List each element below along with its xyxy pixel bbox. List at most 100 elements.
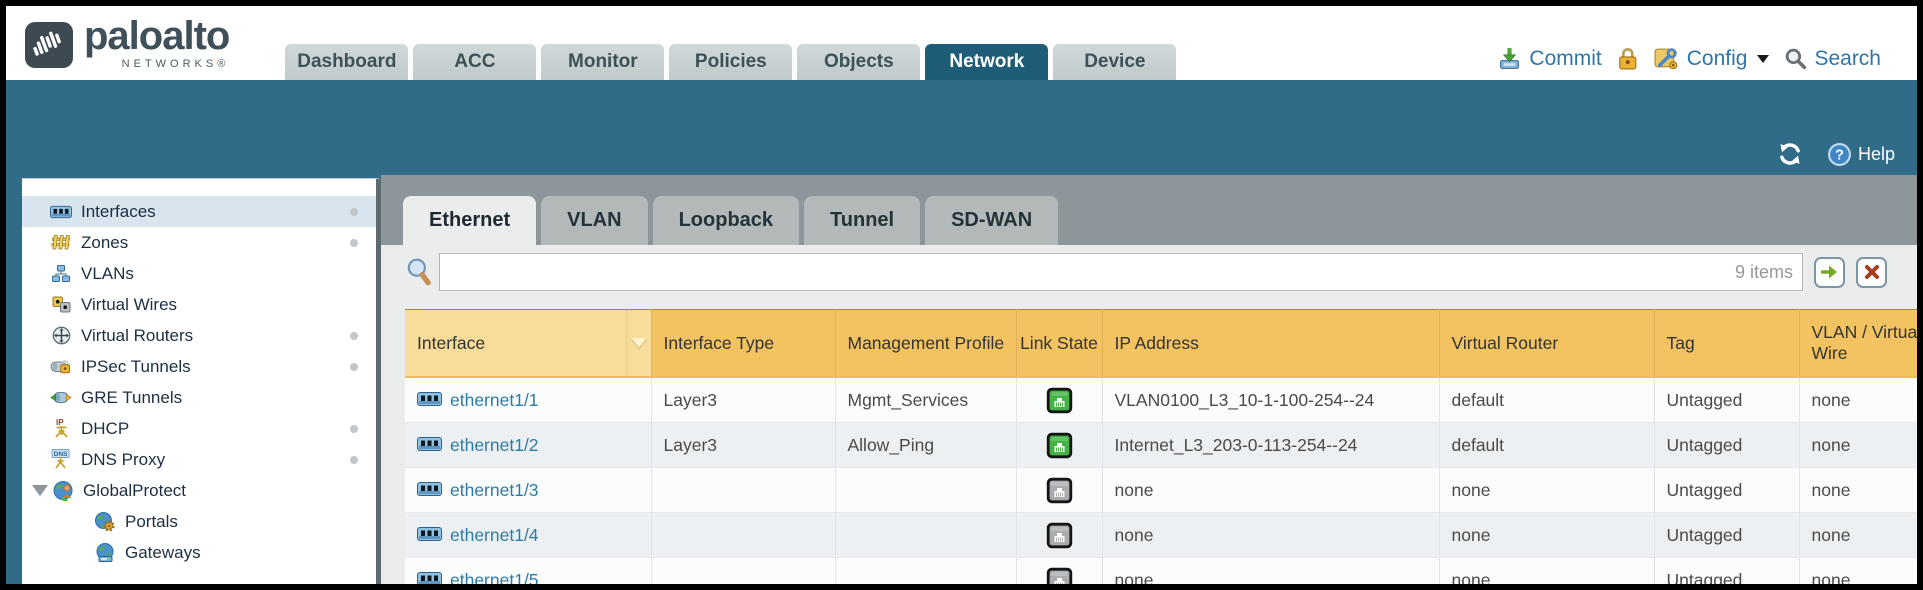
cell-tag: Untagged xyxy=(1654,558,1799,585)
zones-icon xyxy=(50,233,72,253)
commit-label: Commit xyxy=(1529,47,1601,71)
col-header-interface[interactable]: Interface xyxy=(405,310,651,378)
sidebar-item-portals[interactable]: Portals xyxy=(22,506,376,537)
sidebar-item-gateways[interactable]: Gateways xyxy=(22,537,376,568)
tab-objects[interactable]: Objects xyxy=(797,44,920,80)
col-header-profile[interactable]: Management Profile xyxy=(835,310,1016,378)
sidebar: Interfaces ZonesVLANsVirtual WiresVirtual… xyxy=(22,178,381,584)
interface-link[interactable]: ethernet1/4 xyxy=(450,525,539,546)
table-header: InterfaceInterface TypeManagement Profil… xyxy=(405,310,1917,378)
dns-proxy-icon: DNS xyxy=(50,450,72,470)
interface-link[interactable]: ethernet1/1 xyxy=(450,390,539,411)
tab-policies[interactable]: Policies xyxy=(669,44,792,80)
sidebar-item-label: Interfaces xyxy=(81,202,156,222)
status-dot xyxy=(350,363,358,371)
green-arrow-icon xyxy=(1821,264,1839,280)
cell-tag: Untagged xyxy=(1654,377,1799,423)
sidebar-item-vlans[interactable]: VLANs xyxy=(22,258,376,289)
help-icon: ? xyxy=(1827,142,1852,167)
sidebar-item-dns-proxy[interactable]: DNS DNS Proxy xyxy=(22,444,376,475)
sidebar-item-label: Gateways xyxy=(125,543,201,563)
interface-link[interactable]: ethernet1/5 xyxy=(450,570,539,585)
sidebar-item-zones[interactable]: Zones xyxy=(22,227,376,258)
subtab-ethernet[interactable]: Ethernet xyxy=(403,196,536,245)
search-label: Search xyxy=(1814,47,1881,71)
cell-tag: Untagged xyxy=(1654,423,1799,468)
status-dot xyxy=(350,239,358,247)
link-up-icon xyxy=(1017,378,1102,422)
sidebar-item-dhcp[interactable]: IP DHCP xyxy=(22,413,376,444)
table-row: ethernet1/3nonenoneUntaggednone xyxy=(405,468,1917,513)
red-x-icon xyxy=(1864,264,1880,280)
sidebar-item-virtual-wires[interactable]: Virtual Wires xyxy=(22,289,376,320)
filter-row: 9 items xyxy=(405,253,1917,291)
tab-network[interactable]: Network xyxy=(925,44,1048,80)
status-dot xyxy=(350,208,358,216)
sidebar-item-gre-tunnels[interactable]: GRE Tunnels xyxy=(22,382,376,413)
interface-icon xyxy=(417,390,442,411)
gateways-icon xyxy=(94,543,116,563)
cell-management-profile xyxy=(835,468,1016,513)
cell-management-profile xyxy=(835,558,1016,585)
interface-link[interactable]: ethernet1/2 xyxy=(450,435,539,456)
col-header-type[interactable]: Interface Type xyxy=(651,310,835,378)
interface-link[interactable]: ethernet1/3 xyxy=(450,480,539,501)
status-dot xyxy=(350,456,358,464)
apply-filter-button[interactable] xyxy=(1814,257,1845,288)
subtab-tunnel[interactable]: Tunnel xyxy=(804,196,920,245)
col-header-vr[interactable]: Virtual Router xyxy=(1439,310,1654,378)
tab-monitor[interactable]: Monitor xyxy=(541,44,664,80)
expand-caret-icon[interactable] xyxy=(32,485,48,496)
brand-subtitle: NETWORKS® xyxy=(122,58,230,70)
clear-filter-button[interactable] xyxy=(1856,257,1887,288)
link-down-icon xyxy=(1017,513,1102,557)
sidebar-item-interfaces[interactable]: Interfaces xyxy=(22,196,376,227)
lock-icon[interactable] xyxy=(1617,46,1638,71)
subtab-sd-wan[interactable]: SD-WAN xyxy=(925,196,1058,245)
main-nav-tabs: DashboardACCMonitorPoliciesObjectsNetwor… xyxy=(285,44,1181,80)
search-button[interactable]: Search xyxy=(1784,47,1881,71)
globalprotect-icon xyxy=(52,481,74,501)
subtab-vlan[interactable]: VLAN xyxy=(541,196,647,245)
sidebar-item-virtual-routers[interactable]: Virtual Routers xyxy=(22,320,376,351)
cell-virtual-router: none xyxy=(1439,468,1654,513)
tab-device[interactable]: Device xyxy=(1053,44,1176,80)
cell-interface-type xyxy=(651,468,835,513)
cell-interface-type xyxy=(651,558,835,585)
filter-input[interactable] xyxy=(440,254,1735,290)
sidebar-item-globalprotect[interactable]: GlobalProtect xyxy=(22,475,376,506)
subtab-loopback[interactable]: Loopback xyxy=(653,196,799,245)
sidebar-item-label: DHCP xyxy=(81,419,129,439)
portals-icon xyxy=(94,512,116,532)
commit-button[interactable]: Commit xyxy=(1497,46,1601,71)
tab-acc[interactable]: ACC xyxy=(413,44,536,80)
cell-management-profile xyxy=(835,513,1016,558)
brand-name: paloalto xyxy=(84,16,229,56)
svg-text:?: ? xyxy=(1835,148,1844,164)
col-header-link[interactable]: Link State xyxy=(1016,310,1102,378)
app-window: paloalto NETWORKS® DashboardACCMonitorPo… xyxy=(0,0,1923,590)
ethernet-panel: 9 items xyxy=(381,245,1917,584)
sort-desc-icon xyxy=(631,338,647,348)
refresh-icon xyxy=(1777,141,1803,167)
refresh-button[interactable] xyxy=(1777,141,1803,167)
sidebar-item-label: IPSec Tunnels xyxy=(81,357,191,377)
table-row: ethernet1/1Layer3Mgmt_ServicesVLAN0100_L… xyxy=(405,377,1917,423)
interface-type-tabs: EthernetVLANLoopbackTunnelSD-WAN xyxy=(381,175,1917,245)
paloalto-logo-icon xyxy=(24,21,74,69)
dhcp-icon: IP xyxy=(50,419,72,439)
item-count: 9 items xyxy=(1735,262,1802,283)
vlans-icon xyxy=(50,264,72,284)
col-header-tag[interactable]: Tag xyxy=(1654,310,1799,378)
sidebar-item-label: DNS Proxy xyxy=(81,450,165,470)
config-dropdown[interactable]: Config xyxy=(1653,46,1770,71)
sidebar-item-label: GRE Tunnels xyxy=(81,388,182,408)
search-icon xyxy=(1784,47,1807,70)
help-button[interactable]: ? Help xyxy=(1827,142,1895,167)
col-header-vlan[interactable]: VLAN / Virtual Wire xyxy=(1799,310,1917,378)
col-header-ip[interactable]: IP Address xyxy=(1102,310,1439,378)
tab-dashboard[interactable]: Dashboard xyxy=(285,44,408,80)
sort-indicator[interactable] xyxy=(626,310,651,376)
cell-interface-type xyxy=(651,513,835,558)
sidebar-item-ipsec-tunnels[interactable]: IPSec Tunnels xyxy=(22,351,376,382)
